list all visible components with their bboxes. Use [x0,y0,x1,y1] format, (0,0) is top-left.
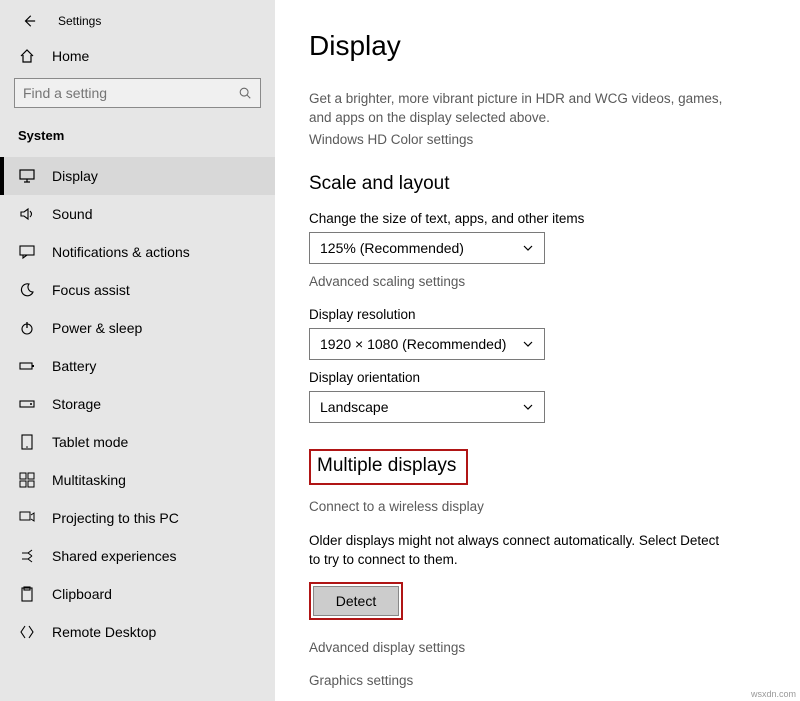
tablet-icon [18,434,36,450]
sidebar-item-label: Power & sleep [52,320,142,336]
resolution-label: Display resolution [309,307,766,322]
chat-icon [18,244,36,260]
resolution-select[interactable]: 1920 × 1080 (Recommended) [309,328,545,360]
clipboard-icon [18,586,36,602]
scale-value: 125% (Recommended) [320,240,522,256]
multitask-icon [18,472,36,488]
wireless-display-link[interactable]: Connect to a wireless display [309,499,766,514]
scale-layout-heading: Scale and layout [309,173,766,195]
search-field[interactable] [23,85,238,101]
detect-button[interactable]: Detect [313,586,399,616]
detect-highlight: Detect [309,582,403,620]
sidebar-item-label: Clipboard [52,586,112,602]
orientation-value: Landscape [320,399,522,415]
sidebar-item-projecting[interactable]: Projecting to this PC [0,499,275,537]
sidebar-item-tablet[interactable]: Tablet mode [0,423,275,461]
arrow-left-icon [22,14,36,28]
power-icon [18,320,36,336]
monitor-icon [18,168,36,184]
back-button[interactable] [22,14,36,28]
sidebar-item-notifications[interactable]: Notifications & actions [0,233,275,271]
scale-label: Change the size of text, apps, and other… [309,211,766,226]
multiple-displays-heading: Multiple displays [309,449,468,485]
orientation-label: Display orientation [309,370,766,385]
advanced-display-link[interactable]: Advanced display settings [309,640,766,655]
search-container [0,74,275,116]
detect-note: Older displays might not always connect … [309,532,729,570]
sidebar-item-label: Remote Desktop [52,624,156,640]
sidebar-item-label: Shared experiences [52,548,177,564]
home-icon [18,48,36,64]
search-icon [238,86,252,100]
moon-icon [18,282,36,298]
page-title: Display [309,30,766,62]
sidebar-item-label: Display [52,168,98,184]
watermark: wsxdn.com [751,689,796,699]
sidebar-item-label: Sound [52,206,92,222]
sidebar-item-power[interactable]: Power & sleep [0,309,275,347]
chevron-down-icon [522,242,534,254]
hdr-description-line2: and apps on the display selected above. [309,109,766,128]
orientation-select[interactable]: Landscape [309,391,545,423]
sidebar-item-storage[interactable]: Storage [0,385,275,423]
sidebar-item-label: Storage [52,396,101,412]
hd-color-settings-link[interactable]: Windows HD Color settings [309,132,766,147]
main-content: Display Get a brighter, more vibrant pic… [275,0,800,701]
sidebar-item-display[interactable]: Display [0,157,275,195]
search-input[interactable] [14,78,261,108]
graphics-settings-link[interactable]: Graphics settings [309,673,766,688]
resolution-value: 1920 × 1080 (Recommended) [320,336,522,352]
project-icon [18,510,36,526]
sidebar-item-sound[interactable]: Sound [0,195,275,233]
sidebar-item-label: Focus assist [52,282,130,298]
advanced-scaling-link[interactable]: Advanced scaling settings [309,274,766,289]
sidebar-item-label: Projecting to this PC [52,510,179,526]
sidebar-item-clipboard[interactable]: Clipboard [0,575,275,613]
remote-icon [18,624,36,640]
sidebar-item-label: Battery [52,358,96,374]
home-nav[interactable]: Home [0,38,275,74]
storage-icon [18,396,36,412]
sidebar: Settings Home System Display Sound Notif… [0,0,275,701]
sidebar-item-remote[interactable]: Remote Desktop [0,613,275,651]
sound-icon [18,206,36,222]
share-icon [18,548,36,564]
chevron-down-icon [522,401,534,413]
hdr-description-line1: Get a brighter, more vibrant picture in … [309,90,766,109]
sidebar-item-multitasking[interactable]: Multitasking [0,461,275,499]
sidebar-item-label: Notifications & actions [52,244,190,260]
chevron-down-icon [522,338,534,350]
scale-select[interactable]: 125% (Recommended) [309,232,545,264]
battery-icon [18,358,36,374]
sidebar-item-shared[interactable]: Shared experiences [0,537,275,575]
sidebar-item-label: Tablet mode [52,434,128,450]
category-heading: System [0,116,275,149]
sidebar-item-focus-assist[interactable]: Focus assist [0,271,275,309]
sidebar-item-battery[interactable]: Battery [0,347,275,385]
sidebar-items: Display Sound Notifications & actions Fo… [0,157,275,651]
sidebar-header: Settings [0,0,275,38]
sidebar-item-label: Multitasking [52,472,126,488]
window-title: Settings [58,14,101,28]
home-label: Home [52,48,89,64]
